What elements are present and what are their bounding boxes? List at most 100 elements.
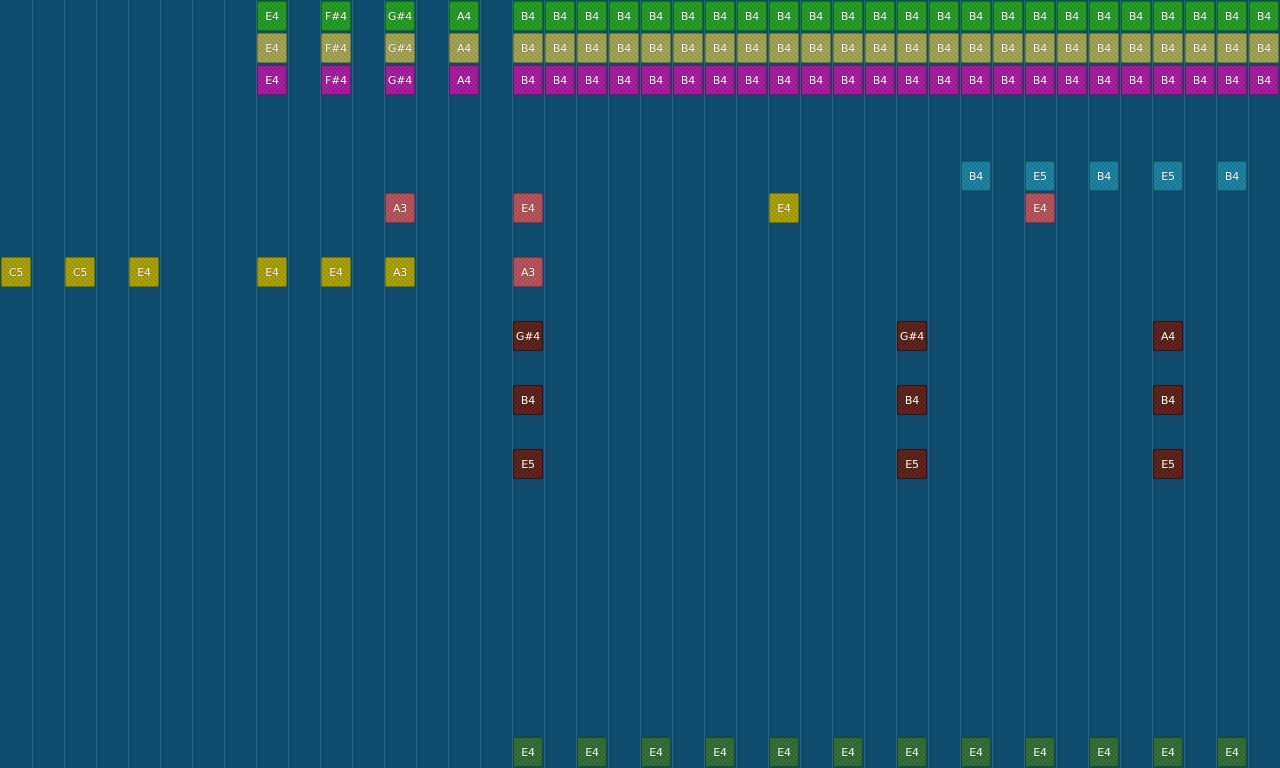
- note-block[interactable]: B4: [577, 33, 607, 63]
- note-block[interactable]: B4: [801, 33, 831, 63]
- note-block[interactable]: B4: [865, 65, 895, 95]
- note-block[interactable]: E4: [257, 1, 287, 31]
- note-block[interactable]: F#4: [321, 33, 351, 63]
- note-block[interactable]: B4: [545, 65, 575, 95]
- note-block[interactable]: B4: [1121, 33, 1151, 63]
- note-block[interactable]: B4: [1057, 65, 1087, 95]
- note-block[interactable]: B4: [1089, 1, 1119, 31]
- note-block[interactable]: B4: [833, 65, 863, 95]
- note-block[interactable]: E4: [129, 257, 159, 287]
- note-block[interactable]: B4: [1153, 65, 1183, 95]
- note-block[interactable]: E4: [641, 737, 671, 767]
- note-block[interactable]: B4: [993, 1, 1023, 31]
- note-block[interactable]: B4: [801, 65, 831, 95]
- note-block[interactable]: F#4: [321, 1, 351, 31]
- note-block[interactable]: B4: [897, 385, 927, 415]
- note-block[interactable]: B4: [865, 33, 895, 63]
- note-block[interactable]: B4: [641, 65, 671, 95]
- note-block[interactable]: E4: [321, 257, 351, 287]
- note-block[interactable]: B4: [705, 65, 735, 95]
- note-block[interactable]: E4: [1025, 193, 1055, 223]
- note-block[interactable]: B4: [513, 33, 543, 63]
- note-block[interactable]: B4: [1153, 1, 1183, 31]
- note-block[interactable]: B4: [1153, 385, 1183, 415]
- note-block[interactable]: B4: [705, 1, 735, 31]
- note-block[interactable]: B4: [673, 33, 703, 63]
- note-block[interactable]: B4: [865, 1, 895, 31]
- note-block[interactable]: B4: [929, 33, 959, 63]
- note-block[interactable]: A4: [449, 1, 479, 31]
- note-block[interactable]: E5: [1153, 449, 1183, 479]
- note-block[interactable]: B4: [897, 65, 927, 95]
- note-block[interactable]: B4: [1057, 1, 1087, 31]
- note-block[interactable]: E5: [1153, 161, 1183, 191]
- note-block[interactable]: B4: [833, 1, 863, 31]
- note-block[interactable]: B4: [673, 1, 703, 31]
- note-block[interactable]: B4: [545, 1, 575, 31]
- note-block[interactable]: G#4: [385, 65, 415, 95]
- note-block[interactable]: E4: [1217, 737, 1247, 767]
- note-block[interactable]: C5: [65, 257, 95, 287]
- note-block[interactable]: E4: [769, 193, 799, 223]
- note-block[interactable]: B4: [1089, 65, 1119, 95]
- note-block[interactable]: B4: [769, 1, 799, 31]
- note-block[interactable]: E4: [1089, 737, 1119, 767]
- note-block[interactable]: G#4: [513, 321, 543, 351]
- note-block[interactable]: B4: [1249, 33, 1279, 63]
- note-block[interactable]: B4: [961, 33, 991, 63]
- note-block[interactable]: B4: [993, 65, 1023, 95]
- note-block[interactable]: B4: [769, 65, 799, 95]
- note-block[interactable]: B4: [737, 33, 767, 63]
- note-block[interactable]: B4: [1249, 1, 1279, 31]
- note-block[interactable]: B4: [1057, 33, 1087, 63]
- note-block[interactable]: E4: [1025, 737, 1055, 767]
- note-block[interactable]: B4: [705, 33, 735, 63]
- note-block[interactable]: F#4: [321, 65, 351, 95]
- note-block[interactable]: B4: [833, 33, 863, 63]
- note-block[interactable]: B4: [513, 385, 543, 415]
- note-block[interactable]: B4: [1185, 33, 1215, 63]
- note-block[interactable]: B4: [1153, 33, 1183, 63]
- note-block[interactable]: B4: [641, 1, 671, 31]
- note-block[interactable]: B4: [545, 33, 575, 63]
- note-block[interactable]: B4: [961, 65, 991, 95]
- note-block[interactable]: A3: [385, 257, 415, 287]
- note-block[interactable]: C5: [1, 257, 31, 287]
- note-block[interactable]: B4: [1185, 65, 1215, 95]
- note-block[interactable]: B4: [1089, 161, 1119, 191]
- note-block[interactable]: E5: [897, 449, 927, 479]
- note-block[interactable]: B4: [929, 65, 959, 95]
- note-block[interactable]: B4: [1121, 65, 1151, 95]
- note-block[interactable]: B4: [1025, 65, 1055, 95]
- note-block[interactable]: E5: [513, 449, 543, 479]
- note-block[interactable]: B4: [737, 65, 767, 95]
- note-block[interactable]: B4: [513, 65, 543, 95]
- note-block[interactable]: B4: [897, 1, 927, 31]
- note-block[interactable]: B4: [1089, 33, 1119, 63]
- note-block[interactable]: E4: [1153, 737, 1183, 767]
- note-block[interactable]: A4: [1153, 321, 1183, 351]
- note-block[interactable]: B4: [609, 65, 639, 95]
- note-block[interactable]: B4: [1249, 65, 1279, 95]
- note-block[interactable]: A3: [385, 193, 415, 223]
- note-block[interactable]: B4: [577, 1, 607, 31]
- note-block[interactable]: E4: [833, 737, 863, 767]
- note-block[interactable]: E4: [257, 65, 287, 95]
- note-block[interactable]: B4: [1217, 161, 1247, 191]
- note-block[interactable]: B4: [1217, 65, 1247, 95]
- note-block[interactable]: B4: [769, 33, 799, 63]
- note-block[interactable]: B4: [961, 161, 991, 191]
- note-block[interactable]: B4: [1217, 1, 1247, 31]
- note-block[interactable]: B4: [641, 33, 671, 63]
- note-block[interactable]: B4: [513, 1, 543, 31]
- note-block[interactable]: E4: [257, 257, 287, 287]
- note-block[interactable]: E4: [257, 33, 287, 63]
- note-block[interactable]: B4: [961, 1, 991, 31]
- note-block[interactable]: B4: [897, 33, 927, 63]
- note-block[interactable]: B4: [609, 33, 639, 63]
- note-block[interactable]: B4: [929, 1, 959, 31]
- note-block[interactable]: E4: [961, 737, 991, 767]
- note-block[interactable]: B4: [1025, 33, 1055, 63]
- note-block[interactable]: B4: [577, 65, 607, 95]
- note-block[interactable]: E4: [705, 737, 735, 767]
